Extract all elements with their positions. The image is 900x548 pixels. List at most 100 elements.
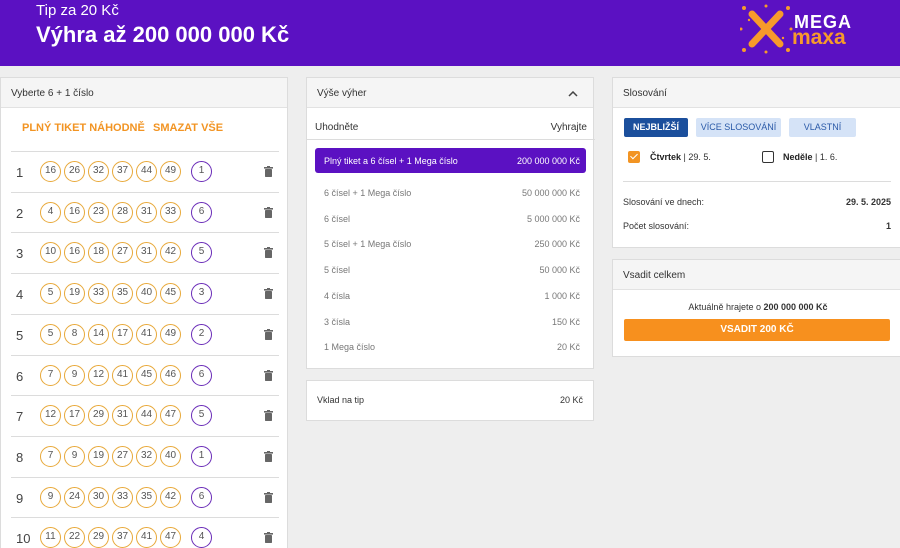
mega-number-ball[interactable]: 3 (191, 283, 212, 305)
number-ball[interactable]: 49 (160, 161, 181, 182)
prize-table-header[interactable]: Výše výher (307, 78, 593, 108)
number-ball[interactable]: 17 (112, 323, 133, 345)
number-ball[interactable]: 12 (40, 405, 61, 427)
row-number: 4 (16, 287, 24, 303)
number-ball[interactable]: 45 (136, 364, 157, 386)
mega-number-ball[interactable]: 6 (191, 486, 212, 508)
number-ball[interactable]: 44 (136, 161, 157, 182)
mega-number-ball[interactable]: 5 (191, 405, 212, 427)
number-ball[interactable]: 11 (40, 527, 61, 548)
number-ball[interactable]: 5 (40, 283, 61, 305)
number-ball[interactable]: 27 (112, 445, 133, 467)
checkbox-thursday[interactable] (628, 151, 640, 163)
number-ball[interactable]: 24 (64, 486, 85, 508)
mega-number-ball[interactable]: 1 (191, 161, 212, 182)
chevron-up-icon[interactable] (568, 91, 578, 97)
number-ball[interactable]: 5 (40, 323, 61, 345)
trash-icon[interactable] (264, 410, 273, 422)
number-ball[interactable]: 17 (64, 405, 85, 427)
number-ball[interactable]: 42 (160, 242, 181, 264)
mega-number-ball[interactable]: 4 (191, 527, 212, 548)
number-ball[interactable]: 9 (64, 364, 85, 386)
number-ball[interactable]: 29 (88, 527, 109, 548)
prize-row-top: Plný tiket a 6 čísel + 1 Mega číslo 200 0… (315, 148, 586, 173)
draws-panel: Slosování NEJBLIŽŠÍ VÍCE SLOSOVÁNÍ VLAST… (612, 77, 900, 248)
stake-value: 20 Kč (559, 395, 583, 405)
trash-icon[interactable] (264, 450, 273, 462)
ticket-row: 6 7 9 12 41 45 46 6 (11, 354, 279, 395)
trash-icon[interactable] (264, 206, 273, 218)
number-ball[interactable]: 29 (88, 405, 109, 427)
number-ball[interactable]: 32 (88, 161, 109, 182)
number-ball[interactable]: 33 (112, 486, 133, 508)
number-ball[interactable]: 22 (64, 527, 85, 548)
trash-icon[interactable] (264, 532, 273, 544)
number-ball[interactable]: 33 (88, 283, 109, 305)
number-ball[interactable]: 33 (160, 201, 181, 223)
mega-number-ball[interactable]: 6 (191, 201, 212, 223)
header-banner: Tip za 20 Kč Výhra až 200 000 000 Kč MEG… (0, 0, 900, 66)
mega-number-ball[interactable]: 6 (191, 364, 212, 386)
place-bet-button[interactable]: VSADIT 200 KČ (624, 319, 890, 341)
tab-custom[interactable]: VLASTNÍ (789, 118, 856, 137)
prize-row: 5 čísel 50 000 Kč (315, 257, 586, 282)
number-ball[interactable]: 9 (40, 486, 61, 508)
number-ball[interactable]: 28 (112, 201, 133, 223)
trash-icon[interactable] (264, 328, 273, 340)
clear-all-button[interactable]: SMAZAT VŠE (153, 122, 223, 134)
number-ball[interactable]: 37 (112, 527, 133, 548)
number-ball[interactable]: 14 (88, 323, 109, 345)
trash-icon[interactable] (264, 369, 273, 381)
number-ball[interactable]: 16 (40, 161, 61, 182)
number-ball[interactable]: 23 (88, 201, 109, 223)
row-number: 7 (16, 409, 24, 425)
number-ball[interactable]: 46 (160, 364, 181, 386)
trash-icon[interactable] (264, 247, 273, 259)
number-ball[interactable]: 31 (136, 201, 157, 223)
mega-number-ball[interactable]: 2 (191, 323, 212, 345)
number-ball[interactable]: 41 (136, 527, 157, 548)
number-ball[interactable]: 47 (160, 527, 181, 548)
number-ball[interactable]: 4 (40, 201, 61, 223)
trash-icon[interactable] (264, 166, 273, 177)
number-ball[interactable]: 47 (160, 405, 181, 427)
number-ball[interactable]: 12 (88, 364, 109, 386)
number-ball[interactable]: 7 (40, 445, 61, 467)
number-ball[interactable]: 19 (88, 445, 109, 467)
number-ball[interactable]: 35 (136, 486, 157, 508)
number-ball[interactable]: 35 (112, 283, 133, 305)
number-ball[interactable]: 18 (88, 242, 109, 264)
number-ball[interactable]: 44 (136, 405, 157, 427)
number-ball[interactable]: 41 (136, 323, 157, 345)
number-ball[interactable]: 27 (112, 242, 133, 264)
number-ball[interactable]: 40 (160, 445, 181, 467)
number-ball[interactable]: 26 (64, 161, 85, 182)
number-ball[interactable]: 9 (64, 445, 85, 467)
number-ball[interactable]: 31 (112, 405, 133, 427)
number-ball[interactable]: 16 (64, 201, 85, 223)
number-ball[interactable]: 40 (136, 283, 157, 305)
trash-icon[interactable] (264, 491, 273, 503)
number-ball[interactable]: 30 (88, 486, 109, 508)
trash-icon[interactable] (264, 288, 273, 300)
number-ball[interactable]: 10 (40, 242, 61, 264)
number-ball[interactable]: 19 (64, 283, 85, 305)
number-ball[interactable]: 49 (160, 323, 181, 345)
mega-number-ball[interactable]: 5 (191, 242, 212, 264)
checkbox-sunday[interactable] (762, 151, 774, 163)
prize-table-panel: Výše výher Uhodněte Vyhrajte Plný tiket … (306, 77, 595, 369)
number-ball[interactable]: 7 (40, 364, 61, 386)
mega-number-ball[interactable]: 1 (191, 445, 212, 467)
random-full-ticket-button[interactable]: PLNÝ TIKET NÁHODNĚ (22, 122, 145, 134)
number-ball[interactable]: 41 (112, 364, 133, 386)
number-ball[interactable]: 31 (136, 242, 157, 264)
number-ball[interactable]: 37 (112, 161, 133, 182)
number-ball[interactable]: 42 (160, 486, 181, 508)
number-ball[interactable]: 16 (64, 242, 85, 264)
number-ball[interactable]: 8 (64, 323, 85, 345)
tab-more-draws[interactable]: VÍCE SLOSOVÁNÍ (696, 118, 781, 137)
tab-nearest[interactable]: NEJBLIŽŠÍ (624, 118, 688, 137)
number-ball[interactable]: 45 (160, 283, 181, 305)
number-ball[interactable]: 32 (136, 445, 157, 467)
bet-message: Aktuálně hrajete o 200 000 000 Kč (613, 302, 900, 312)
